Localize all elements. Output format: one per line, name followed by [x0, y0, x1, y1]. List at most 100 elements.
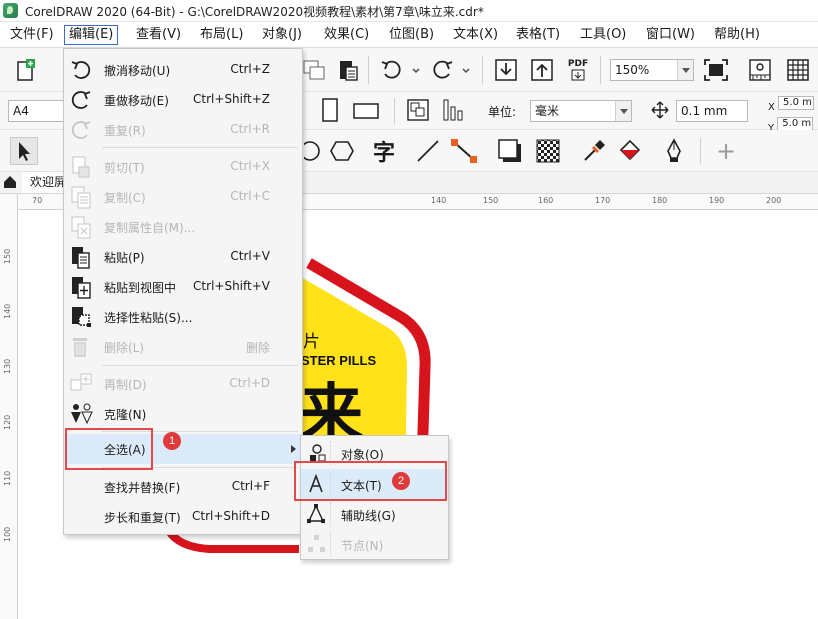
menu-item-shortcut: Ctrl+Z: [230, 62, 270, 76]
new-document-icon[interactable]: [12, 56, 40, 84]
ellipse-tool-icon[interactable]: [302, 137, 330, 165]
ruler-label: 70: [32, 196, 43, 205]
paste-in-view-icon: [68, 275, 94, 299]
all-pages-icon[interactable]: [404, 96, 432, 124]
menu-item-label: 粘贴(P): [104, 251, 145, 265]
menu-item-shortcut: Ctrl+R: [230, 122, 270, 136]
submenu-item-label: 对象(O): [341, 448, 384, 462]
menu-item-label: 步长和重复(T): [104, 511, 181, 525]
nodes-icon: [305, 532, 331, 556]
coreldraw-logo-icon: [3, 3, 18, 18]
window-title: CorelDRAW 2020 (64-Bit) - G:\CorelDRAW20…: [25, 5, 484, 19]
export-icon[interactable]: [300, 56, 328, 84]
outline-pen-icon[interactable]: [660, 137, 688, 165]
current-page-icon[interactable]: [440, 96, 468, 124]
menu-tools[interactable]: 工具(O): [576, 25, 630, 45]
menu-item-label: 粘贴到视图中: [104, 281, 177, 295]
pick-tool-icon[interactable]: [10, 137, 38, 165]
connector-tool-icon[interactable]: [450, 137, 478, 165]
title-bar: CorelDRAW 2020 (64-Bit) - G:\CorelDRAW20…: [0, 0, 818, 22]
guidelines-icon: [305, 502, 331, 526]
zoom-to-page-icon[interactable]: [702, 56, 730, 84]
coreldraw-window: CorelDRAW 2020 (64-Bit) - G:\CorelDRAW20…: [0, 0, 818, 619]
redo-icon: [68, 88, 94, 112]
menu-effects[interactable]: 效果(C): [320, 25, 373, 45]
landscape-icon[interactable]: [352, 96, 380, 124]
units-select[interactable]: 毫米: [530, 100, 632, 122]
dup-x-axis: X: [768, 102, 775, 113]
menu-window[interactable]: 窗口(W): [642, 25, 699, 45]
menu-item-step-repeat[interactable]: 步长和重复(T) Ctrl+Shift+D: [64, 502, 302, 532]
menu-text[interactable]: 文本(X): [449, 25, 502, 45]
chevron-down-icon: [677, 60, 693, 80]
menu-item-undo[interactable]: 撤消移动(U) Ctrl+Z: [64, 55, 302, 85]
menu-item-copy-properties: 复制属性自(M)...: [64, 212, 302, 242]
submenu-item-objects[interactable]: 对象(O): [301, 438, 448, 468]
menu-item-paste-in-view[interactable]: 粘贴到视图中 Ctrl+Shift+V: [64, 272, 302, 302]
menu-item-clone[interactable]: 克隆(N): [64, 399, 302, 429]
undo-dropdown-icon[interactable]: [402, 56, 430, 84]
grid-icon[interactable]: [784, 56, 812, 84]
pdf-label: PDF: [567, 59, 589, 69]
options-icon[interactable]: [746, 56, 774, 84]
menu-item-label: 再制(D): [104, 378, 147, 392]
menu-edit[interactable]: 编辑(E): [64, 25, 119, 45]
menu-item-label: 查找并替换(F): [104, 481, 181, 495]
nudge-distance-input[interactable]: 0.1 mm: [676, 100, 748, 122]
menu-item-select-all[interactable]: 全选(A): [64, 434, 302, 464]
export-up-icon[interactable]: [528, 56, 556, 84]
menu-table[interactable]: 表格(T): [512, 25, 564, 45]
import-icon[interactable]: [492, 56, 520, 84]
menu-item-redo[interactable]: 重做移动(E) Ctrl+Shift+Z: [64, 85, 302, 115]
page-size-value: A4: [13, 104, 29, 118]
dup-y-input[interactable]: 5.0 m: [777, 117, 814, 131]
submenu-item-text[interactable]: 文本(T): [301, 469, 448, 499]
portrait-icon[interactable]: [316, 96, 344, 124]
menu-item-paste-special[interactable]: 选择性粘贴(S)...: [64, 302, 302, 332]
text-tool-icon[interactable]: 字: [370, 137, 398, 166]
home-icon[interactable]: [3, 175, 17, 192]
submenu-item-guidelines[interactable]: 辅助线(G): [301, 499, 448, 529]
paste-special-icon: [68, 305, 94, 329]
ruler-label: 160: [538, 196, 554, 205]
page-size-select[interactable]: A4: [8, 100, 64, 122]
zoom-level-select[interactable]: 150%: [610, 59, 694, 81]
menu-help[interactable]: 帮助(H): [710, 25, 764, 45]
menu-item-label: 全选(A): [104, 443, 146, 457]
vertical-ruler[interactable]: 150 140 130 120 110 100: [0, 194, 18, 619]
menu-item-paste[interactable]: 粘贴(P) Ctrl+V: [64, 242, 302, 272]
clipboard-icon[interactable]: [334, 56, 362, 84]
transparency-tool-icon[interactable]: [534, 137, 562, 165]
redo-dropdown-icon[interactable]: [452, 56, 480, 84]
menu-object[interactable]: 对象(J): [258, 25, 306, 45]
menu-file[interactable]: 文件(F): [6, 25, 58, 45]
menu-item-label: 重复(R): [104, 124, 146, 138]
polygon-tool-icon[interactable]: [328, 137, 356, 165]
ruler-label: 110: [3, 470, 12, 486]
drop-shadow-tool-icon[interactable]: [496, 137, 524, 165]
artwork-text-1: 片: [303, 332, 320, 352]
paste-icon: [68, 245, 94, 269]
ruler-label: 140: [3, 303, 12, 319]
ruler-label: 140: [431, 196, 447, 205]
add-tool-icon[interactable]: +: [712, 137, 740, 165]
menu-bitmaps[interactable]: 位图(B): [385, 25, 438, 45]
interactive-fill-tool-icon[interactable]: [616, 137, 644, 165]
dup-x-input[interactable]: 5.0 m: [778, 96, 815, 110]
select-all-submenu: 对象(O) 文本(T) 辅助线(G) 节点(N): [300, 435, 449, 560]
submenu-arrow-icon: [291, 445, 296, 453]
repeat-icon: [68, 118, 94, 142]
menu-view[interactable]: 查看(V): [132, 25, 185, 45]
menu-item-copy: 复制(C) Ctrl+C: [64, 182, 302, 212]
copy-icon: [68, 185, 94, 209]
menu-item-label: 克隆(N): [104, 408, 147, 422]
copy-properties-icon: [68, 215, 94, 239]
menu-layout[interactable]: 布局(L): [196, 25, 247, 45]
publish-pdf-icon[interactable]: PDF: [564, 56, 592, 84]
menu-item-find-replace[interactable]: 查找并替换(F) Ctrl+F: [64, 472, 302, 502]
menu-item-label: 删除(L): [104, 341, 145, 355]
eyedropper-tool-icon[interactable]: [580, 137, 608, 165]
line-tool-icon[interactable]: [414, 137, 442, 165]
text-icon: [305, 472, 331, 496]
ruler-label: 130: [3, 358, 12, 374]
